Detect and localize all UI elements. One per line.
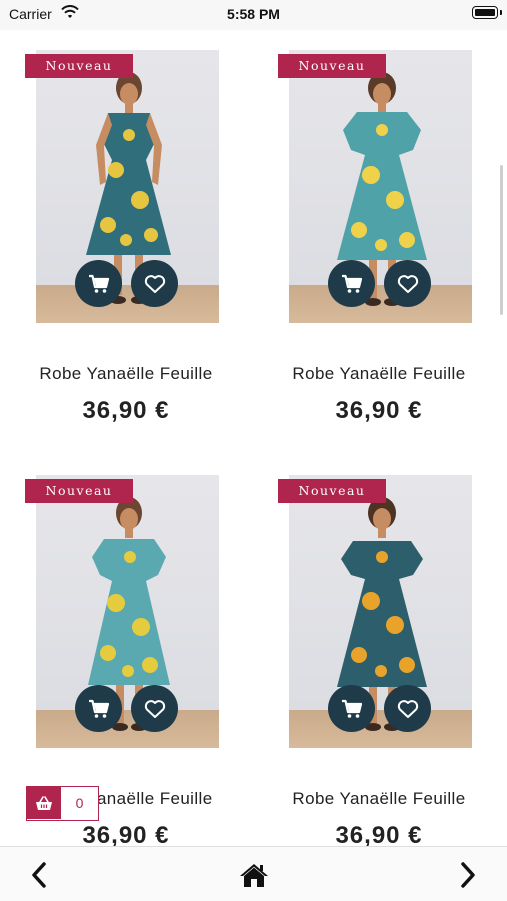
cart-icon: [88, 699, 109, 718]
cart-icon: [341, 699, 362, 718]
product-name[interactable]: Robe Yanaëlle Feuille: [253, 789, 505, 809]
product-name[interactable]: Robe Yanaëlle Feuille: [0, 364, 252, 384]
product-price: 36,90 €: [335, 397, 423, 424]
cart-count: 0: [75, 795, 84, 811]
product-card[interactable]: Nouveau Robe Yanaëlle Feuille 36,90 €: [253, 455, 505, 875]
product-photo[interactable]: [36, 50, 219, 323]
product-photo[interactable]: [289, 50, 472, 323]
cart-icon: [341, 274, 362, 293]
chevron-right-icon: [461, 862, 475, 888]
product-photo[interactable]: [36, 475, 219, 748]
bottom-nav: [0, 846, 507, 901]
heart-icon: [144, 274, 165, 293]
back-button[interactable]: [21, 857, 57, 893]
home-icon: [240, 864, 268, 887]
new-badge: Nouveau: [278, 54, 386, 78]
heart-icon: [397, 274, 418, 293]
new-badge: Nouveau: [25, 479, 133, 503]
battery-icon: [472, 6, 502, 19]
home-button[interactable]: [236, 857, 272, 893]
product-card[interactable]: Nouveau Robe Yanaëlle Feuille 36,90 €: [0, 30, 252, 450]
product-photo[interactable]: [289, 475, 472, 748]
chevron-left-icon: [32, 862, 46, 888]
add-to-wishlist-button[interactable]: [384, 685, 431, 732]
add-to-wishlist-button[interactable]: [131, 260, 178, 307]
add-to-wishlist-button[interactable]: [384, 260, 431, 307]
product-name[interactable]: Robe Yanaëlle Feuille: [253, 364, 505, 384]
add-to-wishlist-button[interactable]: [131, 685, 178, 732]
basket-icon: [27, 787, 61, 819]
scrollbar[interactable]: [500, 165, 503, 315]
product-card[interactable]: Nouveau Robe Yanaëlle Feuille 36,90 €: [253, 30, 505, 450]
cart-icon: [88, 274, 109, 293]
forward-button[interactable]: [450, 857, 486, 893]
status-bar: Carrier 5:58 PM: [0, 0, 507, 30]
add-to-cart-button[interactable]: [75, 685, 122, 732]
product-price: 36,90 €: [82, 397, 170, 424]
heart-icon: [397, 699, 418, 718]
add-to-cart-button[interactable]: [328, 260, 375, 307]
heart-icon: [144, 699, 165, 718]
new-badge: Nouveau: [278, 479, 386, 503]
mini-cart-button[interactable]: 0: [26, 786, 99, 821]
add-to-cart-button[interactable]: [328, 685, 375, 732]
add-to-cart-button[interactable]: [75, 260, 122, 307]
new-badge: Nouveau: [25, 54, 133, 78]
status-time: 5:58 PM: [227, 6, 280, 22]
